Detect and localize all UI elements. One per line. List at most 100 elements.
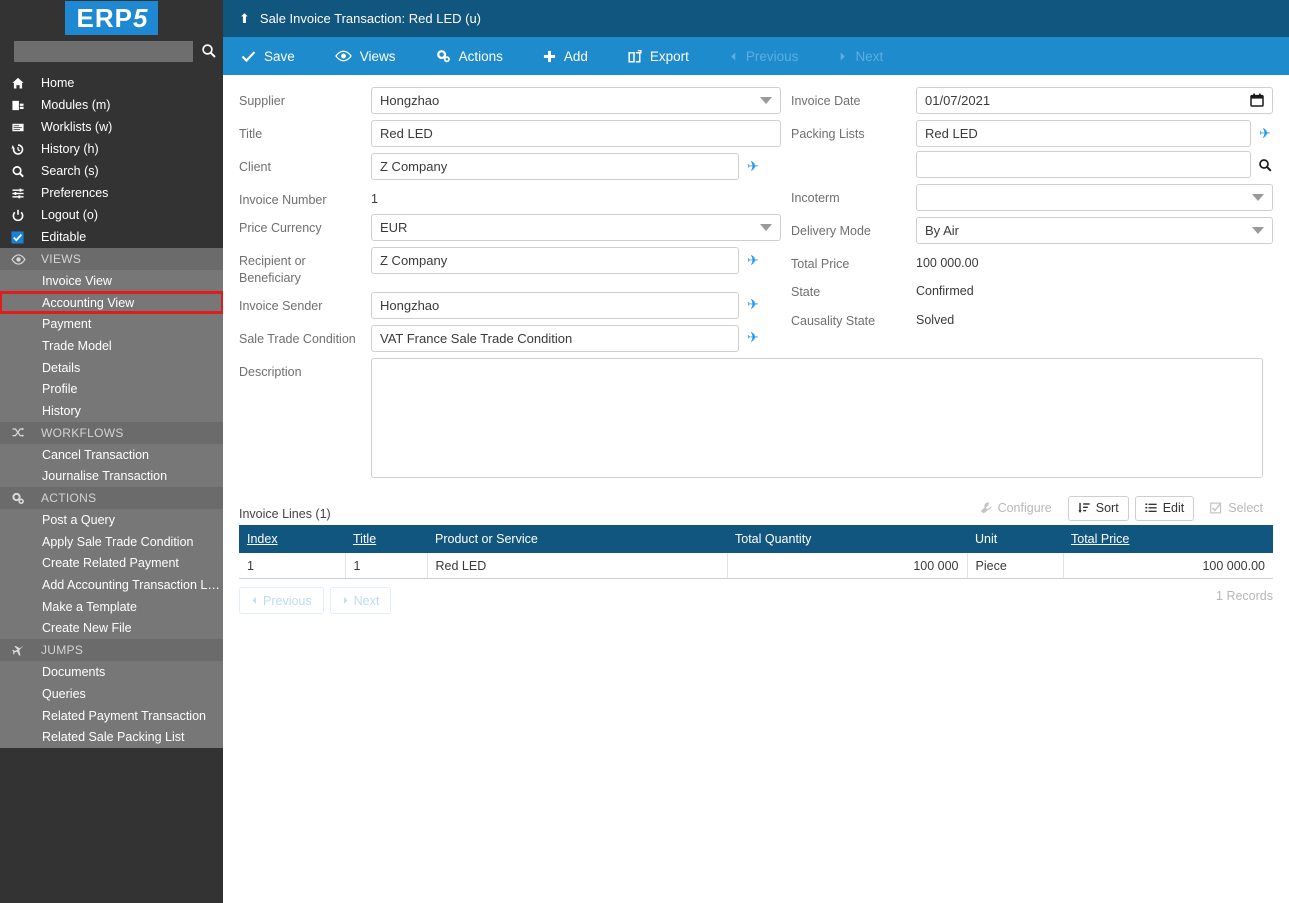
sidebar-item-accounting-view[interactable]: Accounting View <box>0 290 223 315</box>
delivery-mode-select[interactable] <box>916 217 1273 244</box>
sidebar-item-label: Payment <box>42 317 92 332</box>
listbox-previous-label: Previous <box>263 593 312 608</box>
incoterm-select[interactable] <box>916 184 1273 211</box>
erp5-logo[interactable]: ERP5 <box>0 0 223 36</box>
sidebar-item-label: Trade Model <box>42 338 112 353</box>
sidebar-item-payment[interactable]: Payment <box>0 313 223 335</box>
column-header-total-price[interactable]: Total Price <box>1063 524 1273 553</box>
sidebar-section-label: JUMPS <box>41 643 84 658</box>
price-currency-label: Price Currency <box>239 221 322 236</box>
cell-quantity: 100 000 <box>727 552 968 580</box>
sale-trade-condition-input[interactable] <box>371 324 739 352</box>
sidebar-section-views[interactable]: VIEWS <box>0 248 223 270</box>
erp5-app-window: ERP5 Home Modules (m) Worklists (w) Hist… <box>0 0 1289 903</box>
records-count: 1 Records <box>1216 589 1273 604</box>
sort-label: Sort <box>1095 501 1119 516</box>
sort-button[interactable]: Sort <box>1067 495 1129 521</box>
sidebar-item-label: Documents <box>42 665 106 680</box>
save-button[interactable]: Save <box>241 37 335 75</box>
sidebar-section-jumps[interactable]: JUMPS <box>0 639 223 662</box>
up-arrow-icon[interactable]: ⬆ <box>239 12 250 25</box>
packing-lists-search-input[interactable] <box>916 151 1251 178</box>
sidebar-item-modules[interactable]: Modules (m) <box>0 94 223 116</box>
supplier-select[interactable] <box>371 87 781 114</box>
checkbox-icon <box>1210 502 1222 514</box>
title-input[interactable] <box>371 120 781 147</box>
search-icon[interactable] <box>201 43 217 59</box>
add-button[interactable]: Add <box>543 37 628 75</box>
sidebar-item-history[interactable]: History (h) <box>0 138 223 160</box>
sidebar-item-post-a-query[interactable]: Post a Query <box>0 509 223 531</box>
views-button[interactable]: Views <box>334 37 436 75</box>
sidebar-item-preferences[interactable]: Preferences <box>0 182 223 204</box>
table-header: Index Title Product or Service Total Qua… <box>239 524 1273 553</box>
sidebar-item-search[interactable]: Search (s) <box>0 160 223 182</box>
table-row[interactable]: 1 1 Red LED 100 000 Piece 100 000.00 <box>239 552 1273 580</box>
edit-button[interactable]: Edit <box>1134 495 1195 521</box>
calendar-icon[interactable] <box>1250 93 1264 112</box>
jump-plane-icon[interactable]: ✈ <box>745 325 761 351</box>
cell-product: Red LED <box>427 552 728 580</box>
supplier-label: Supplier <box>239 94 285 108</box>
sidebar-item-create-related-payment[interactable]: Create Related Payment <box>0 553 223 575</box>
column-header-title[interactable]: Title <box>345 524 427 553</box>
column-header-index[interactable]: Index <box>239 524 345 553</box>
listbox-title: Invoice Lines (1) <box>239 506 331 521</box>
jump-plane-icon[interactable]: ✈ <box>745 153 761 179</box>
sidebar-item-make-a-template[interactable]: Make a Template <box>0 596 223 618</box>
sidebar-item-queries[interactable]: Queries <box>0 683 223 705</box>
previous-button: Previous <box>729 37 839 75</box>
sidebar-item-trade-model[interactable]: Trade Model <box>0 335 223 357</box>
sidebar-item-apply-sale-trade-condition[interactable]: Apply Sale Trade Condition <box>0 531 223 553</box>
sidebar-item-logout[interactable]: Logout (o) <box>0 204 223 226</box>
sidebar-item-create-new-file[interactable]: Create New File <box>0 618 223 640</box>
cell-title: 1 <box>345 552 428 580</box>
description-textarea[interactable] <box>371 357 1263 478</box>
sidebar-item-related-payment-transaction[interactable]: Related Payment Transaction <box>0 705 223 727</box>
price-currency-select[interactable] <box>371 214 781 242</box>
sidebar-item-documents[interactable]: Documents <box>0 661 223 683</box>
sidebar-workflows-items: Cancel Transaction Journalise Transactio… <box>0 443 223 488</box>
sidebar-item-history-view[interactable]: History <box>0 400 223 422</box>
sidebar-item-cancel-transaction[interactable]: Cancel Transaction <box>0 444 223 466</box>
recipient-input[interactable] <box>371 247 739 275</box>
sidebar-item-label: Cancel Transaction <box>42 447 150 462</box>
sidebar: ERP5 Home Modules (m) Worklists (w) Hist… <box>0 0 223 903</box>
sidebar-item-editable[interactable]: Editable <box>0 226 223 248</box>
sale-trade-condition-label: Sale Trade Condition <box>239 331 356 346</box>
sidebar-main-nav: Home Modules (m) Worklists (w) History (… <box>0 66 223 248</box>
invoice-date-input[interactable] <box>916 87 1273 114</box>
field-incoterm: Incoterm <box>791 184 1273 211</box>
prev-icon <box>729 51 738 62</box>
jump-plane-icon[interactable]: ✈ <box>1257 121 1273 147</box>
select-label: Select <box>1228 501 1263 516</box>
sidebar-item-add-accounting-transaction-line[interactable]: Add Accounting Transaction L… <box>0 574 223 596</box>
search-icon <box>11 164 29 178</box>
field-price-currency: Price Currency <box>239 214 781 242</box>
sidebar-item-details[interactable]: Details <box>0 357 223 379</box>
sidebar-item-invoice-view[interactable]: Invoice View <box>0 270 223 292</box>
sidebar-item-label: Invoice View <box>42 273 112 288</box>
sort-icon <box>1078 503 1090 514</box>
sidebar-item-home[interactable]: Home <box>0 72 223 94</box>
jump-plane-icon[interactable]: ✈ <box>745 247 761 273</box>
packing-lists-input[interactable] <box>916 120 1251 147</box>
invoice-sender-input[interactable] <box>371 291 739 319</box>
sidebar-section-actions[interactable]: ACTIONS <box>0 487 223 510</box>
field-total-price: Total Price 100 000.00 <box>791 250 1273 272</box>
sidebar-item-label: Queries <box>42 686 86 701</box>
recipient-label-line1: Recipient or <box>239 254 306 269</box>
client-input[interactable] <box>371 153 739 180</box>
jump-plane-icon[interactable]: ✈ <box>745 292 761 318</box>
export-label: Export <box>649 48 689 64</box>
export-button[interactable]: Export <box>628 37 729 75</box>
sidebar-item-journalise-transaction[interactable]: Journalise Transaction <box>0 466 223 488</box>
sidebar-section-workflows[interactable]: WORKFLOWS <box>0 421 223 444</box>
search-icon[interactable] <box>1257 152 1273 178</box>
actions-button[interactable]: Actions <box>436 37 543 75</box>
sidebar-item-worklists[interactable]: Worklists (w) <box>0 116 223 138</box>
checkbox-checked-icon[interactable] <box>11 230 29 244</box>
sidebar-item-related-sale-packing-list[interactable]: Related Sale Packing List <box>0 726 223 748</box>
sidebar-item-profile[interactable]: Profile <box>0 378 223 400</box>
search-input[interactable] <box>14 40 193 62</box>
